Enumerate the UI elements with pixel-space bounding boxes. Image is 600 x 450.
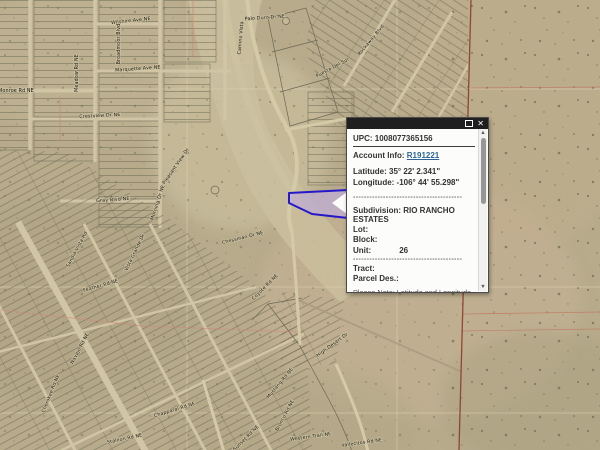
lot-row: Lot: bbox=[353, 225, 369, 235]
unit-row: Unit: 26 bbox=[353, 246, 475, 255]
popup-callout-pointer bbox=[332, 192, 347, 214]
divider bbox=[353, 146, 475, 148]
unit-value: 26 bbox=[399, 245, 409, 255]
longitude-value: Longitude: -106° 44' 55.298" bbox=[353, 177, 460, 187]
map-canvas[interactable]: Wilshire Ave NEBroadmoor BlvdMarquette A… bbox=[0, 0, 600, 450]
parcel-map-viewer: Wilshire Ave NE Broadmoor Blvd Marquette A… bbox=[0, 0, 600, 450]
maximize-icon[interactable] bbox=[465, 120, 474, 127]
block-row: Block: bbox=[353, 235, 378, 245]
tract-row: Tract: bbox=[353, 263, 375, 273]
street-label: Broadmoor Blvd bbox=[116, 24, 122, 65]
account-info-row: Account Info: R191221 bbox=[353, 151, 475, 160]
note-text: Please Note: Latitude and Longitude is t… bbox=[353, 288, 475, 292]
account-info-label: Account Info: bbox=[353, 151, 405, 161]
dashed-separator: ---------------------------------------- bbox=[353, 255, 463, 263]
upc-value: UPC: 1008077365156 bbox=[353, 134, 433, 143]
account-info-link[interactable]: R191221 bbox=[407, 151, 439, 160]
unit-label: Unit: bbox=[353, 245, 372, 255]
latitude-value: Latitude: 35° 22' 2.341" bbox=[353, 167, 441, 177]
parcel-info-popup: ✕ UPC: 1008077365156 Account Info: R1912… bbox=[346, 117, 489, 293]
scrollbar-thumb[interactable] bbox=[481, 138, 486, 204]
street-label: Monroe Rd NE bbox=[0, 88, 34, 94]
close-icon[interactable]: ✕ bbox=[477, 119, 484, 128]
parcel-des-row: Parcel Des.: bbox=[353, 273, 399, 283]
popup-titlebar[interactable]: ✕ bbox=[347, 118, 488, 129]
popup-content: UPC: 1008077365156 Account Info: R191221… bbox=[347, 129, 477, 292]
street-label: Meadow Rd NE bbox=[74, 54, 80, 92]
popup-scrollbar[interactable]: ▲ ▼ bbox=[478, 129, 487, 291]
scroll-down-icon[interactable]: ▼ bbox=[479, 284, 487, 290]
scroll-up-icon[interactable]: ▲ bbox=[479, 130, 487, 136]
dashed-separator: ---------------------------------------- bbox=[353, 193, 463, 201]
subdivision-label: Subdivision: bbox=[353, 205, 401, 215]
subdivision-row: Subdivision: RIO RANCHO ESTATES bbox=[353, 206, 475, 224]
